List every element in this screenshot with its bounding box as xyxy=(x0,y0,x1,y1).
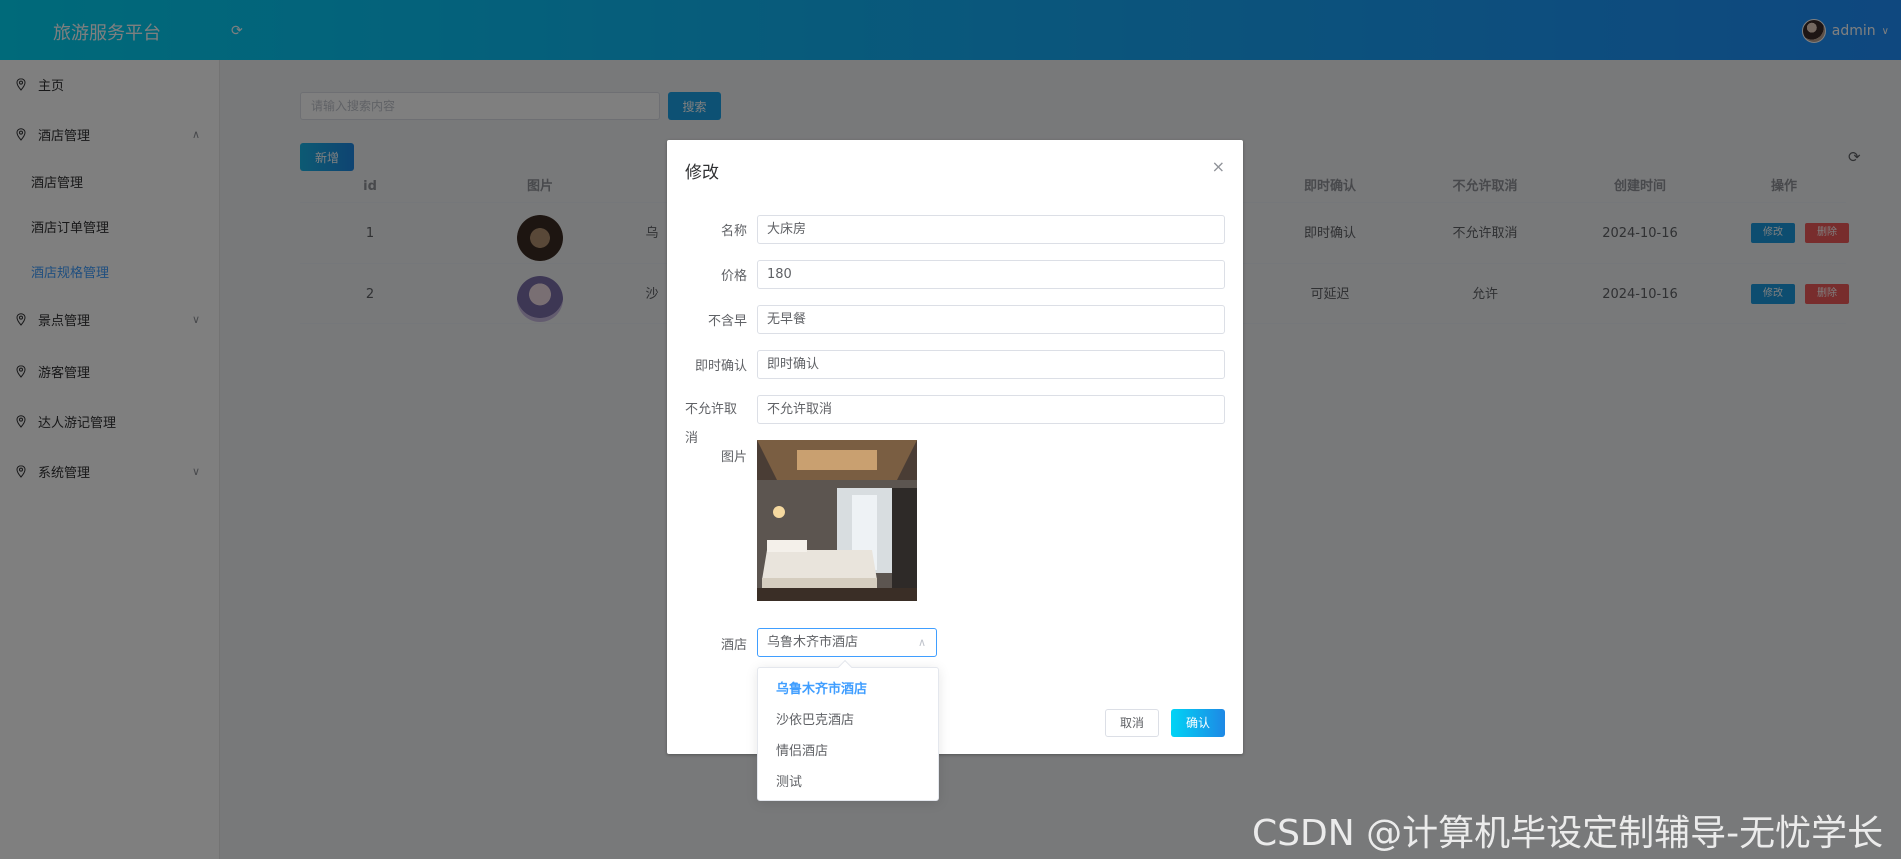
cancel-policy-label: 不允许取消 xyxy=(685,402,738,446)
dialog-title: 修改 xyxy=(685,163,719,183)
room-photo[interactable] xyxy=(757,440,917,601)
cancel-policy-field[interactable]: 不允许取消 xyxy=(757,395,1225,424)
dropdown-option[interactable]: 乌鲁木齐市酒店 xyxy=(758,674,938,705)
name-field[interactable]: 大床房 xyxy=(757,215,1225,244)
confirm-field[interactable]: 即时确认 xyxy=(757,350,1225,379)
hotel-select[interactable]: 乌鲁木齐市酒店 ∧ xyxy=(757,628,937,657)
price-label: 价格 xyxy=(720,269,747,284)
hotel-dropdown: 乌鲁木齐市酒店 沙依巴克酒店 情侣酒店 测试 xyxy=(757,659,939,801)
hotel-label: 酒店 xyxy=(720,638,747,653)
edit-dialog: 修改 × 名称 大床房 价格 180 不含早 无早餐 即时确认 即时确认 不允许… xyxy=(667,140,1243,754)
breakfast-label: 不含早 xyxy=(707,314,747,329)
dropdown-option[interactable]: 沙依巴克酒店 xyxy=(758,705,938,736)
confirm-label: 即时确认 xyxy=(694,359,747,374)
watermark: CSDN @计算机毕设定制辅导-无忧学长 xyxy=(1252,813,1884,854)
name-label: 名称 xyxy=(720,224,747,239)
confirm-button[interactable]: 确认 xyxy=(1171,709,1225,737)
chevron-up-icon: ∧ xyxy=(917,636,926,649)
breakfast-field[interactable]: 无早餐 xyxy=(757,305,1225,334)
hotel-select-value: 乌鲁木齐市酒店 xyxy=(767,635,859,650)
image-label: 图片 xyxy=(720,450,747,465)
dropdown-option[interactable]: 测试 xyxy=(758,767,938,798)
close-icon[interactable]: × xyxy=(1212,157,1225,176)
dropdown-option[interactable]: 情侣酒店 xyxy=(758,736,938,767)
cancel-button[interactable]: 取消 xyxy=(1105,709,1159,737)
price-field[interactable]: 180 xyxy=(757,260,1225,289)
